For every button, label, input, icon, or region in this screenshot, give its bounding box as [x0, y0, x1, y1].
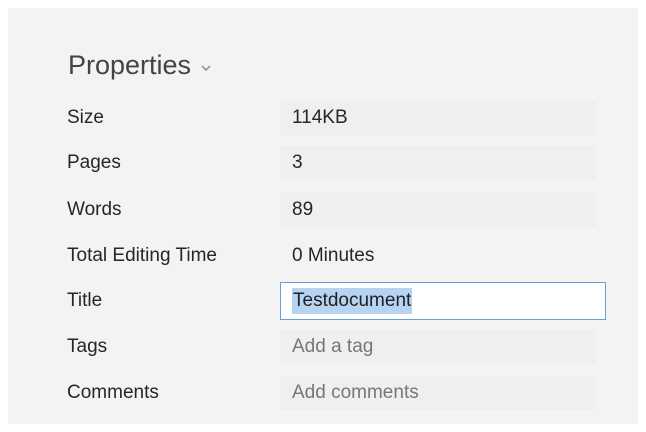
property-row-comments: Comments Add comments — [8, 376, 638, 410]
words-value: 89 — [280, 193, 596, 227]
chevron-down-icon[interactable] — [199, 63, 213, 73]
tags-label: Tags — [67, 336, 108, 357]
title-label: Title — [67, 290, 103, 311]
title-input[interactable]: Testdocument — [280, 282, 606, 320]
property-row-title: Title Testdocument — [8, 282, 638, 320]
property-row-tags: Tags Add a tag — [8, 330, 638, 364]
properties-heading[interactable]: Properties — [68, 50, 213, 81]
property-row-size: Size 114KB — [8, 101, 638, 135]
size-value: 114KB — [280, 101, 596, 135]
properties-panel: Properties Size 114KB Pages 3 Words 89 T… — [8, 8, 638, 424]
property-row-pages: Pages 3 — [8, 146, 638, 180]
editing-time-label: Total Editing Time — [67, 245, 217, 266]
pages-value: 3 — [280, 146, 596, 180]
property-row-words: Words 89 — [8, 193, 638, 227]
tags-input[interactable]: Add a tag — [280, 330, 596, 364]
pages-label: Pages — [67, 152, 121, 173]
words-label: Words — [67, 199, 122, 220]
property-row-editing-time: Total Editing Time 0 Minutes — [8, 239, 638, 273]
title-input-selected-text[interactable]: Testdocument — [292, 288, 413, 314]
size-label: Size — [67, 107, 104, 128]
editing-time-value: 0 Minutes — [292, 245, 375, 266]
comments-label: Comments — [67, 382, 159, 403]
comments-input[interactable]: Add comments — [280, 376, 596, 410]
properties-title: Properties — [68, 50, 192, 80]
